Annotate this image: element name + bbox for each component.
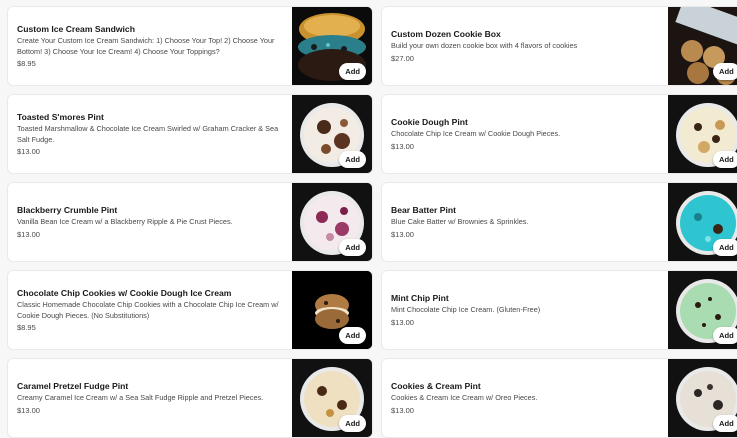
menu-item-description: Vanilla Bean Ice Cream w/ a Blackberry R…: [17, 217, 233, 227]
menu-item-card[interactable]: Cookies & Cream Pint Cookies & Cream Ice…: [381, 358, 737, 438]
menu-item-name: Toasted S'mores Pint: [17, 112, 104, 122]
menu-item-card[interactable]: Chocolate Chip Cookies w/ Cookie Dough I…: [7, 270, 373, 350]
menu-item-info: Cookie Dough Pint Chocolate Chip Ice Cre…: [391, 95, 657, 173]
menu-item-name: Cookies & Cream Pint: [391, 381, 481, 392]
menu-item-info: Cookies & Cream Pint Cookies & Cream Ice…: [391, 359, 657, 437]
menu-item-price: $13.00: [17, 405, 40, 415]
add-button[interactable]: Add: [713, 239, 737, 256]
menu-item-description: Blue Cake Batter w/ Brownies & Sprinkles…: [391, 217, 529, 227]
menu-item-description: Toasted Marshmallow & Chocolate Ice Crea…: [17, 124, 279, 144]
menu-item-name: Custom Ice Cream Sandwich: [17, 24, 135, 34]
menu-item-info: Custom Dozen Cookie Box Build your own d…: [391, 7, 657, 85]
menu-item-price: $13.00: [391, 229, 414, 239]
menu-item-info: Toasted S'mores Pint Toasted Marshmallow…: [17, 95, 285, 173]
menu-grid: Custom Ice Cream Sandwich Create Your Cu…: [0, 0, 737, 438]
menu-item-info: Chocolate Chip Cookies w/ Cookie Dough I…: [17, 271, 285, 349]
menu-item-name: Caramel Pretzel Fudge Pint: [17, 381, 129, 392]
menu-item-description: Build your own dozen cookie box with 4 f…: [391, 41, 578, 51]
menu-item-name: Custom Dozen Cookie Box: [391, 29, 501, 40]
add-button[interactable]: Add: [713, 327, 737, 344]
menu-item-card[interactable]: Cookie Dough Pint Chocolate Chip Ice Cre…: [381, 94, 737, 174]
menu-item-name: Blackberry Crumble Pint: [17, 205, 118, 216]
menu-item-card[interactable]: Caramel Pretzel Fudge Pint Creamy Carame…: [7, 358, 373, 438]
menu-item-card[interactable]: Toasted S'mores Pint Toasted Marshmallow…: [7, 94, 373, 174]
menu-item-price: $27.00: [391, 53, 414, 63]
menu-item-card[interactable]: Custom Dozen Cookie Box Build your own d…: [381, 6, 737, 86]
add-button[interactable]: Add: [713, 151, 737, 168]
menu-item-price: $8.95: [17, 323, 36, 332]
menu-item-description: Mint Chocolate Chip Ice Cream. (Gluten-F…: [391, 305, 541, 315]
menu-item-info: Caramel Pretzel Fudge Pint Creamy Carame…: [17, 359, 285, 437]
add-button[interactable]: Add: [339, 63, 366, 80]
menu-item-description: Creamy Caramel Ice Cream w/ a Sea Salt F…: [17, 393, 264, 403]
menu-item-price: $8.95: [17, 59, 36, 68]
menu-item-price: $13.00: [17, 229, 40, 239]
menu-item-card[interactable]: Blackberry Crumble Pint Vanilla Bean Ice…: [7, 182, 373, 262]
menu-item-info: Bear Batter Pint Blue Cake Batter w/ Bro…: [391, 183, 657, 261]
add-button[interactable]: Add: [339, 151, 366, 168]
menu-item-name: Chocolate Chip Cookies w/ Cookie Dough I…: [17, 288, 232, 298]
menu-item-card[interactable]: Bear Batter Pint Blue Cake Batter w/ Bro…: [381, 182, 737, 262]
menu-item-price: $13.00: [391, 405, 414, 415]
menu-item-description: Chocolate Chip Ice Cream w/ Cookie Dough…: [391, 129, 561, 139]
menu-item-card[interactable]: Mint Chip Pint Mint Chocolate Chip Ice C…: [381, 270, 737, 350]
menu-item-card[interactable]: Custom Ice Cream Sandwich Create Your Cu…: [7, 6, 373, 86]
menu-item-info: Mint Chip Pint Mint Chocolate Chip Ice C…: [391, 271, 657, 349]
menu-item-description: Classic Homemade Chocolate Chip Cookies …: [17, 300, 279, 320]
add-button[interactable]: Add: [339, 327, 366, 344]
menu-item-description: Create Your Custom Ice Cream Sandwich: 1…: [17, 36, 275, 56]
menu-item-name: Cookie Dough Pint: [391, 117, 468, 128]
menu-item-price: $13.00: [391, 141, 414, 151]
add-button[interactable]: Add: [339, 415, 366, 432]
add-button[interactable]: Add: [339, 239, 366, 256]
menu-item-description: Cookies & Cream Ice Cream w/ Oreo Pieces…: [391, 393, 538, 403]
menu-item-name: Mint Chip Pint: [391, 293, 449, 304]
menu-item-name: Bear Batter Pint: [391, 205, 456, 216]
menu-item-price: $13.00: [391, 317, 414, 327]
menu-item-price: $13.00: [17, 147, 40, 156]
menu-item-info: Blackberry Crumble Pint Vanilla Bean Ice…: [17, 183, 285, 261]
menu-item-info: Custom Ice Cream Sandwich Create Your Cu…: [17, 7, 285, 85]
add-button[interactable]: Add: [713, 63, 737, 80]
add-button[interactable]: Add: [713, 415, 737, 432]
